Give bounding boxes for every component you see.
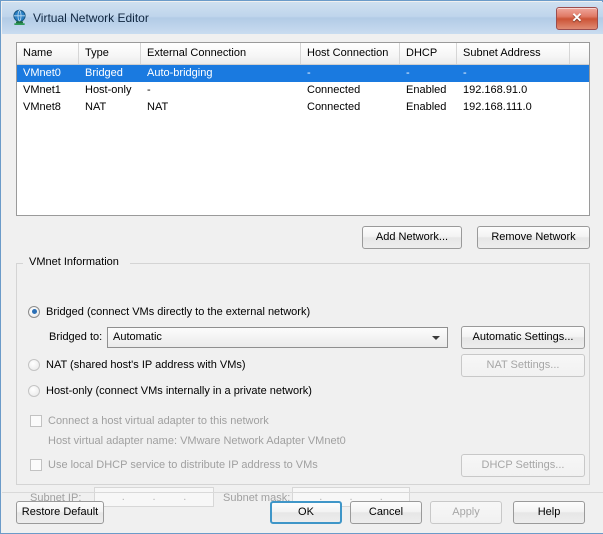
bridged-to-select[interactable]: Automatic — [107, 327, 448, 348]
cell-dhcp: - — [406, 67, 410, 79]
cell-name: VMnet1 — [23, 84, 61, 96]
restore-default-button[interactable]: Restore Default — [16, 501, 104, 524]
column-header-type[interactable]: Type — [79, 43, 141, 64]
cell-type: NAT — [85, 101, 107, 113]
cell-name: VMnet8 — [23, 101, 61, 113]
cell-subnet-address: 192.168.91.0 — [463, 84, 528, 96]
checkbox-local-dhcp-label: Use local DHCP service to distribute IP … — [48, 458, 318, 471]
apply-button: Apply — [430, 501, 502, 524]
bridged-to-value: Automatic — [113, 331, 162, 343]
footer-divider — [2, 492, 603, 493]
close-button[interactable]: ✕ — [556, 7, 598, 30]
cell-external-connection: Auto-bridging — [147, 67, 213, 79]
column-header-dhcp[interactable]: DHCP — [400, 43, 457, 64]
radio-host-only-label: Host-only (connect VMs internally in a p… — [46, 384, 312, 397]
network-list-header: Name Type External Connection Host Connecti… — [17, 43, 589, 65]
checkbox-local-dhcp: Use local DHCP service to distribute IP … — [30, 457, 318, 472]
cell-subnet-address: 192.168.111.0 — [463, 101, 532, 113]
table-row[interactable]: VMnet1 Host-only - Connected Enabled 192.168.… — [17, 82, 589, 99]
window-title: Virtual Network Editor — [33, 11, 149, 25]
cancel-button[interactable]: Cancel — [350, 501, 422, 524]
title-bar: Virtual Network Editor ✕ — [2, 2, 603, 35]
network-list[interactable]: Name Type External Connection Host Connecti… — [16, 42, 590, 216]
radio-nat[interactable]: NAT (shared host's IP address with VMs) — [28, 357, 246, 372]
radio-host-only-indicator — [28, 384, 40, 397]
cell-type: Host-only — [85, 84, 132, 96]
checkbox-connect-host-adapter-indicator — [30, 414, 42, 427]
cell-name: VMnet0 — [23, 67, 61, 79]
bridged-to-label: Bridged to: — [49, 331, 103, 343]
cell-host-connection: - — [307, 67, 311, 79]
nat-settings-button: NAT Settings... — [461, 354, 585, 377]
client-area: Name Type External Connection Host Connecti… — [2, 34, 603, 533]
network-list-body: VMnet0 Bridged Auto-bridging - - - VMnet1 Host-… — [17, 65, 589, 116]
radio-bridged-label: Bridged (connect VMs directly to the ext… — [46, 305, 311, 318]
virtual-network-editor-window: Virtual Network Editor ✕ Name Type Externa… — [0, 0, 603, 534]
cell-host-connection: Connected — [307, 101, 361, 113]
vmware-network-icon — [13, 9, 26, 25]
cell-dhcp: Enabled — [406, 101, 447, 113]
add-network-button[interactable]: Add Network... — [362, 226, 462, 249]
column-header-external-connection[interactable]: External Connection — [141, 43, 301, 64]
table-row[interactable]: VMnet8 NAT NAT Connected Enabled 192.168.111.… — [17, 99, 589, 116]
ok-button[interactable]: OK — [270, 501, 342, 524]
dhcp-settings-button: DHCP Settings... — [461, 454, 585, 477]
help-button[interactable]: Help — [513, 501, 585, 524]
radio-nat-indicator — [28, 358, 40, 371]
column-header-name[interactable]: Name — [17, 43, 79, 64]
chevron-down-icon — [432, 336, 440, 340]
checkbox-local-dhcp-indicator — [30, 458, 42, 471]
remove-network-button[interactable]: Remove Network — [477, 226, 590, 249]
close-icon: ✕ — [571, 10, 583, 25]
table-row[interactable]: VMnet0 Bridged Auto-bridging - - - — [17, 65, 589, 82]
cell-external-connection: NAT — [147, 101, 169, 113]
automatic-settings-button[interactable]: Automatic Settings... — [461, 326, 585, 349]
host-adapter-name-label: Host virtual adapter name: VMware Networ… — [48, 435, 346, 447]
radio-bridged[interactable]: Bridged (connect VMs directly to the ext… — [28, 304, 310, 319]
cell-external-connection: - — [147, 84, 151, 96]
column-header-host-connection[interactable]: Host Connection — [301, 43, 400, 64]
cell-host-connection: Connected — [307, 84, 361, 96]
column-header-subnet-address[interactable]: Subnet Address — [457, 43, 570, 64]
checkbox-connect-host-adapter: Connect a host virtual adapter to this n… — [30, 413, 269, 428]
cell-subnet-address: - — [463, 67, 467, 79]
subnet-ip-input: ... — [94, 487, 214, 507]
radio-nat-label: NAT (shared host's IP address with VMs) — [46, 358, 246, 371]
checkbox-connect-host-adapter-label: Connect a host virtual adapter to this n… — [48, 414, 269, 427]
cell-dhcp: Enabled — [406, 84, 447, 96]
cell-type: Bridged — [85, 67, 123, 79]
radio-bridged-indicator — [28, 305, 40, 318]
vmnet-information-label: VMnet Information — [26, 256, 122, 268]
radio-host-only[interactable]: Host-only (connect VMs internally in a p… — [28, 383, 312, 398]
